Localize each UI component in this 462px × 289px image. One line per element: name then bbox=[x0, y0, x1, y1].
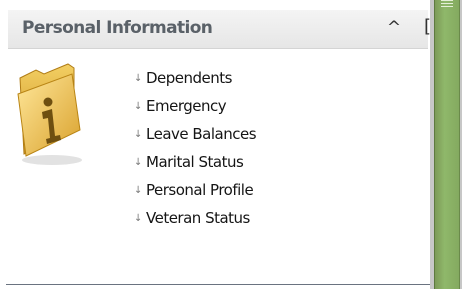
arrow-bullet-icon: ↓ bbox=[134, 100, 142, 112]
personal-info-links: ↓ Dependents ↓ Emergency ↓ Leave Balance… bbox=[132, 64, 256, 232]
arrow-bullet-icon: ↓ bbox=[134, 128, 142, 140]
link-marital-status[interactable]: ↓ Marital Status bbox=[132, 148, 256, 176]
link-veteran-status[interactable]: ↓ Veteran Status bbox=[132, 204, 256, 232]
personal-information-panel: Personal Information ^ [ ↓ Dependents ↓ … bbox=[0, 0, 431, 289]
link-emergency[interactable]: ↓ Emergency bbox=[132, 92, 256, 120]
link-dependents[interactable]: ↓ Dependents bbox=[132, 64, 256, 92]
panel-bottom-divider bbox=[6, 284, 430, 285]
link-label: Personal Profile bbox=[146, 181, 254, 199]
link-personal-profile[interactable]: ↓ Personal Profile bbox=[132, 176, 256, 204]
link-label: Dependents bbox=[146, 69, 233, 87]
link-label: Leave Balances bbox=[146, 125, 257, 143]
grip-icon bbox=[441, 0, 453, 10]
link-label: Marital Status bbox=[146, 153, 244, 171]
panel-title: Personal Information bbox=[22, 18, 213, 38]
link-label: Emergency bbox=[146, 97, 227, 115]
caret-up-icon[interactable]: ^ bbox=[384, 18, 404, 38]
link-leave-balances[interactable]: ↓ Leave Balances bbox=[132, 120, 256, 148]
arrow-bullet-icon: ↓ bbox=[134, 212, 142, 224]
arrow-bullet-icon: ↓ bbox=[134, 156, 142, 168]
link-label: Veteran Status bbox=[146, 209, 250, 227]
arrow-bullet-icon: ↓ bbox=[134, 72, 142, 84]
info-folder-icon bbox=[17, 63, 82, 165]
arrow-bullet-icon: ↓ bbox=[134, 184, 142, 196]
vertical-scrollbar[interactable] bbox=[434, 0, 460, 289]
